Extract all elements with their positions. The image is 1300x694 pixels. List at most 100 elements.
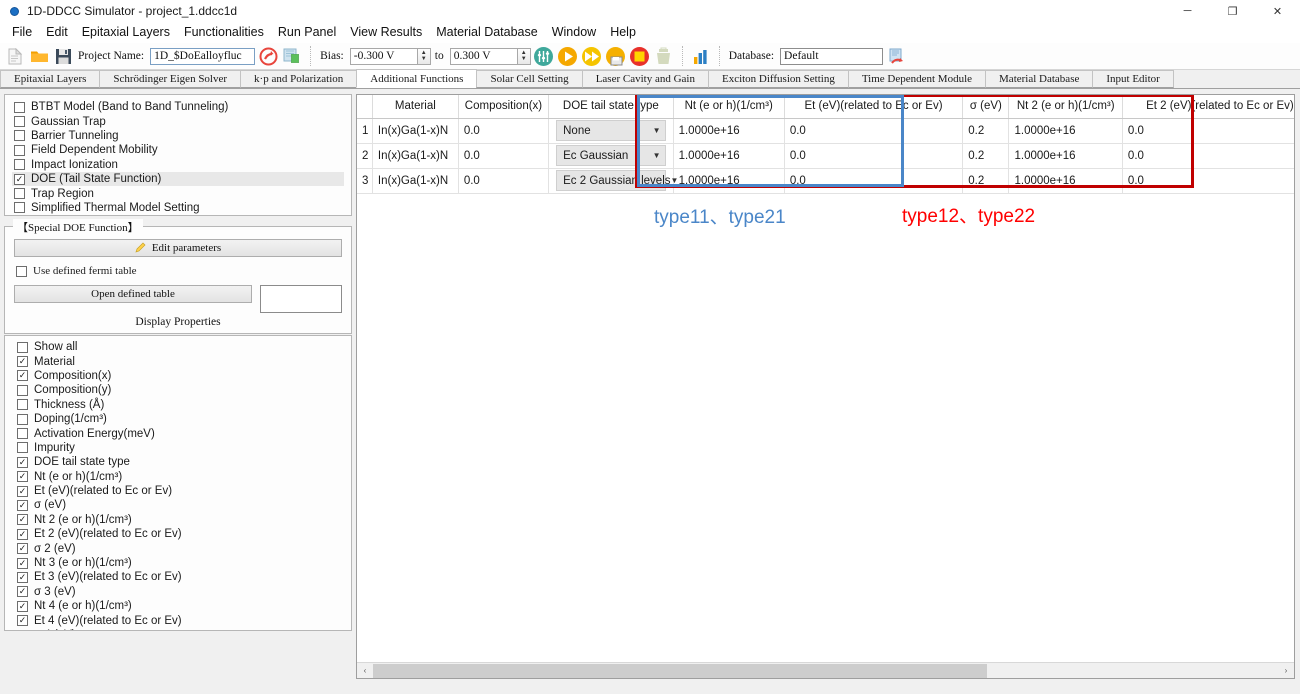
nt3-checkbox[interactable] [17, 557, 28, 569]
cell-et2[interactable]: 0.0 [1122, 118, 1294, 144]
menu-item-material-database[interactable]: Material Database [429, 23, 544, 41]
composition-y-checkbox[interactable] [17, 384, 28, 396]
nt-checkbox[interactable] [17, 471, 28, 483]
project-name-input[interactable]: 1D_$DoEalloyfluc [150, 47, 256, 65]
et3-checkbox[interactable] [17, 571, 28, 583]
display-prop-doe-tail-state-type[interactable]: DOE tail state type [15, 455, 345, 469]
composition-x-checkbox[interactable] [17, 370, 28, 382]
run-save-icon[interactable] [605, 45, 627, 67]
use-defined-fermi-table-checkbox[interactable] [16, 265, 27, 277]
column-header-doe-tail-state-type[interactable]: DOE tail state type [548, 95, 674, 119]
scrollbar-thumb[interactable] [373, 663, 987, 678]
checkbox-row-simplified-thermal-model[interactable]: Simplified Thermal Model Setting [12, 201, 344, 215]
open-folder-icon[interactable] [28, 45, 50, 67]
table-row[interactable]: 3 In(x)Ga(1-x)N 0.0 Ec 2 Gaussian levels… [357, 168, 1294, 194]
cell-composition-x[interactable]: 0.0 [458, 118, 550, 144]
impurity-checkbox[interactable] [17, 442, 28, 454]
clear-icon[interactable] [653, 45, 675, 67]
display-prop-material[interactable]: Material [15, 354, 345, 368]
tab-additional-functions[interactable]: Additional Functions [356, 69, 478, 88]
simplified-thermal-model-checkbox[interactable] [14, 202, 25, 214]
cell-nt2[interactable]: 1.0000e+16 [1008, 118, 1123, 144]
checkbox-row-gaussian-trap[interactable]: Gaussian Trap [12, 114, 344, 128]
display-prop-composition-x[interactable]: Composition(x) [15, 369, 345, 383]
material-checkbox[interactable] [17, 356, 28, 368]
import-icon[interactable] [281, 45, 303, 67]
doe-type-dropdown[interactable]: Ec 2 Gaussian levels ▼ [556, 170, 678, 191]
stop-icon[interactable] [629, 45, 651, 67]
show-all-checkbox[interactable] [17, 341, 28, 353]
edit-parameters-button[interactable]: Edit parameters [14, 239, 342, 257]
fermi-table-input[interactable] [260, 285, 342, 314]
bias-to-input[interactable]: 0.300 V [449, 47, 518, 65]
sigma2-checkbox[interactable] [17, 543, 28, 555]
column-header-et2[interactable]: Et 2 (eV)(related to Ec or Ev) [1122, 95, 1294, 119]
checkbox-row-barrier-tunneling[interactable]: Barrier Tunneling [12, 129, 344, 143]
menu-item-run-panel[interactable]: Run Panel [271, 23, 343, 41]
doe-type-dropdown[interactable]: None ▼ [556, 120, 666, 141]
checkbox-row-doe-tail-state-function[interactable]: DOE (Tail State Function) [12, 171, 344, 187]
column-header-nt2[interactable]: Nt 2 (e or h)(1/cm³) [1008, 95, 1123, 119]
cell-nt2[interactable]: 1.0000e+16 [1008, 168, 1123, 194]
table-row[interactable]: 2 In(x)Ga(1-x)N 0.0 Ec Gaussian ▼ 1.0000… [357, 143, 1294, 169]
bias-from-spinner[interactable]: -0.300 V ▲ ▼ [349, 47, 431, 65]
bias-to-spinner[interactable]: 0.300 V ▲ ▼ [449, 47, 531, 65]
database-input[interactable]: Default [780, 47, 884, 65]
display-prop-nt3[interactable]: Nt 3 (e or h)(1/cm³) [15, 556, 345, 570]
display-prop-nt2[interactable]: Nt 2 (e or h)(1/cm³) [15, 513, 345, 527]
display-prop-nt[interactable]: Nt (e or h)(1/cm³) [15, 470, 345, 484]
checkbox-row-trap-region[interactable]: Trap Region [12, 186, 344, 200]
bias-from-input[interactable]: -0.300 V [349, 47, 418, 65]
doe-type-dropdown[interactable]: Ec Gaussian ▼ [556, 145, 666, 166]
thickness-checkbox[interactable] [17, 399, 28, 411]
cell-sigma[interactable]: 0.2 [962, 168, 1010, 194]
cell-composition-x[interactable]: 0.0 [458, 168, 550, 194]
bias-to-spin-buttons[interactable]: ▲ ▼ [517, 47, 531, 65]
tab-input-editor[interactable]: Input Editor [1092, 70, 1174, 88]
barrier-tunneling-checkbox[interactable] [14, 130, 25, 142]
doe-tail-state-function-checkbox[interactable] [14, 173, 25, 185]
display-prop-sigma2[interactable]: σ 2 (eV) [15, 541, 345, 555]
display-prop-doping[interactable]: Doping(1/cm³) [15, 412, 345, 426]
scroll-left-arrow-icon[interactable]: ‹ [357, 662, 373, 678]
run-fast-icon[interactable] [581, 45, 603, 67]
cell-et2[interactable]: 0.0 [1122, 143, 1294, 169]
minimize-button[interactable]: ─ [1165, 0, 1210, 22]
tab-schrodinger-eigen-solver[interactable]: Schrödinger Eigen Solver [99, 70, 242, 88]
sigma-checkbox[interactable] [17, 499, 28, 511]
menu-item-functionalities[interactable]: Functionalities [177, 23, 271, 41]
display-prop-et3[interactable]: Et 3 (eV)(related to Ec or Ev) [15, 570, 345, 584]
cell-nt2[interactable]: 1.0000e+16 [1008, 143, 1123, 169]
gaussian-trap-checkbox[interactable] [14, 116, 25, 128]
menu-item-window[interactable]: Window [545, 23, 603, 41]
database-refresh-icon[interactable] [885, 45, 907, 67]
close-button[interactable]: ✕ [1255, 0, 1300, 22]
tab-laser-cavity-and-gain[interactable]: Laser Cavity and Gain [581, 70, 709, 88]
refresh-icon[interactable] [257, 45, 279, 67]
scroll-right-arrow-icon[interactable]: › [1278, 662, 1294, 678]
display-prop-thickness[interactable]: Thickness (Å) [15, 398, 345, 412]
tab-kp-and-polarization[interactable]: k·p and Polarization [240, 70, 358, 88]
tab-time-dependent-module[interactable]: Time Dependent Module [847, 70, 987, 88]
sigma3-checkbox[interactable] [17, 586, 28, 598]
et-checkbox[interactable] [17, 485, 28, 497]
tab-solar-cell-setting[interactable]: Solar Cell Setting [476, 70, 583, 88]
cell-doe-tail-state-type[interactable]: None ▼ [548, 118, 674, 144]
cell-et[interactable]: 0.0 [784, 168, 964, 194]
menu-item-epitaxial-layers[interactable]: Epitaxial Layers [75, 23, 177, 41]
et2-checkbox[interactable] [17, 528, 28, 540]
cell-sigma[interactable]: 0.2 [962, 143, 1010, 169]
checkbox-row-impact-ionization[interactable]: Impact Ionization [12, 158, 344, 172]
save-icon[interactable] [52, 45, 74, 67]
tab-epitaxial-layers[interactable]: Epitaxial Layers [0, 70, 101, 88]
display-prop-et2[interactable]: Et 2 (eV)(related to Ec or Ev) [15, 527, 345, 541]
et4-checkbox[interactable] [17, 615, 28, 627]
horizontal-scrollbar[interactable]: ‹ › [357, 662, 1294, 678]
cell-nt[interactable]: 1.0000e+16 [673, 143, 785, 169]
table-row[interactable]: 1 In(x)Ga(1-x)N 0.0 None ▼ 1.0000e+16 0.… [357, 118, 1294, 144]
cell-doe-tail-state-type[interactable]: Ec 2 Gaussian levels ▼ [548, 168, 678, 194]
cell-nt[interactable]: 1.0000e+16 [673, 168, 785, 194]
display-prop-et4[interactable]: Et 4 (eV)(related to Ec or Ev) [15, 613, 345, 627]
column-header-sigma[interactable]: σ (eV) [962, 95, 1010, 119]
cell-doe-tail-state-type[interactable]: Ec Gaussian ▼ [548, 143, 674, 169]
